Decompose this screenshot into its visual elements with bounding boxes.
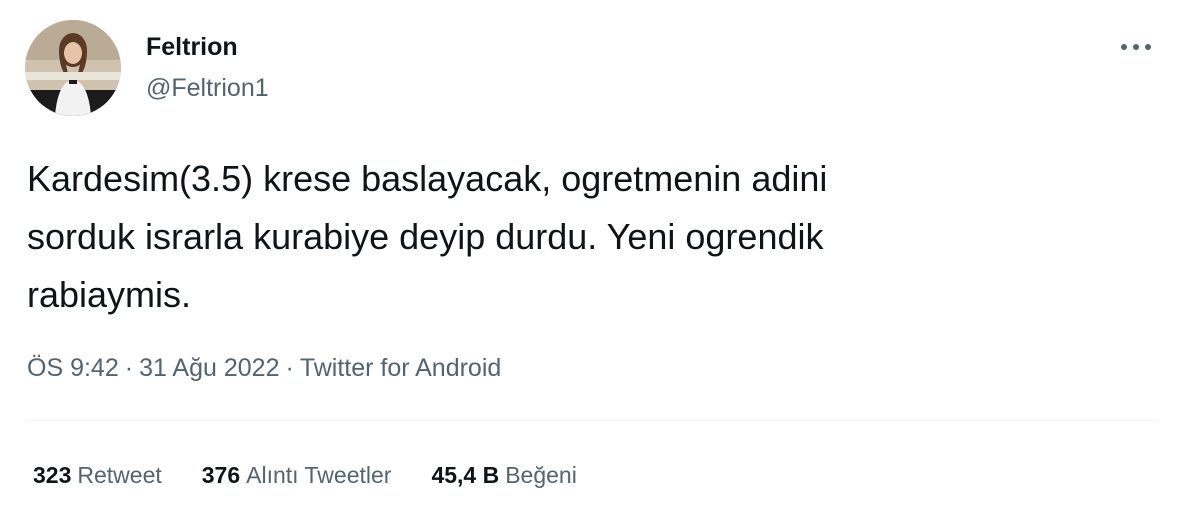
display-name[interactable]: Feltrion — [146, 31, 238, 63]
tweet-source-link[interactable]: Twitter for Android — [300, 354, 501, 382]
likes-stat[interactable]: 45,4 B Beğeni — [431, 458, 576, 492]
likes-label: Beğeni — [505, 462, 577, 488]
retweets-stat[interactable]: 323 Retweet — [33, 458, 162, 492]
more-options-button[interactable] — [1116, 30, 1156, 64]
meta-separator: · — [124, 354, 134, 382]
quote-tweets-label: Alıntı Tweetler — [246, 462, 392, 488]
likes-count: 45,4 B — [431, 462, 500, 488]
user-handle[interactable]: @Feltrion1 — [146, 72, 269, 104]
avatar-image — [25, 20, 121, 116]
meta-separator: · — [285, 354, 294, 382]
retweets-label: Retweet — [77, 462, 162, 488]
tweet-date[interactable]: 31 Ağu 2022 — [139, 354, 279, 382]
more-horizontal-icon — [1121, 44, 1151, 50]
engagement-stats: 323 Retweet 376 Alıntı Tweetler 45,4 B Beğe… — [33, 458, 577, 492]
retweets-count: 323 — [33, 462, 72, 488]
divider — [27, 420, 1157, 421]
tweet-time[interactable]: ÖS 9:42 — [27, 354, 119, 382]
tweet-card: Feltrion @Feltrion1 Kardesim(3.5) krese … — [0, 0, 1184, 518]
quote-tweets-count: 376 — [201, 462, 241, 488]
tweet-meta: ÖS 9:42 · 31 Ağu 2022 · Twitter for Android — [27, 350, 501, 386]
quote-tweets-stat[interactable]: 376 Alıntı Tweetler — [202, 458, 392, 492]
avatar[interactable] — [25, 20, 121, 116]
tweet-text: Kardesim(3.5) krese baslayacak, ogretmen… — [27, 158, 828, 315]
